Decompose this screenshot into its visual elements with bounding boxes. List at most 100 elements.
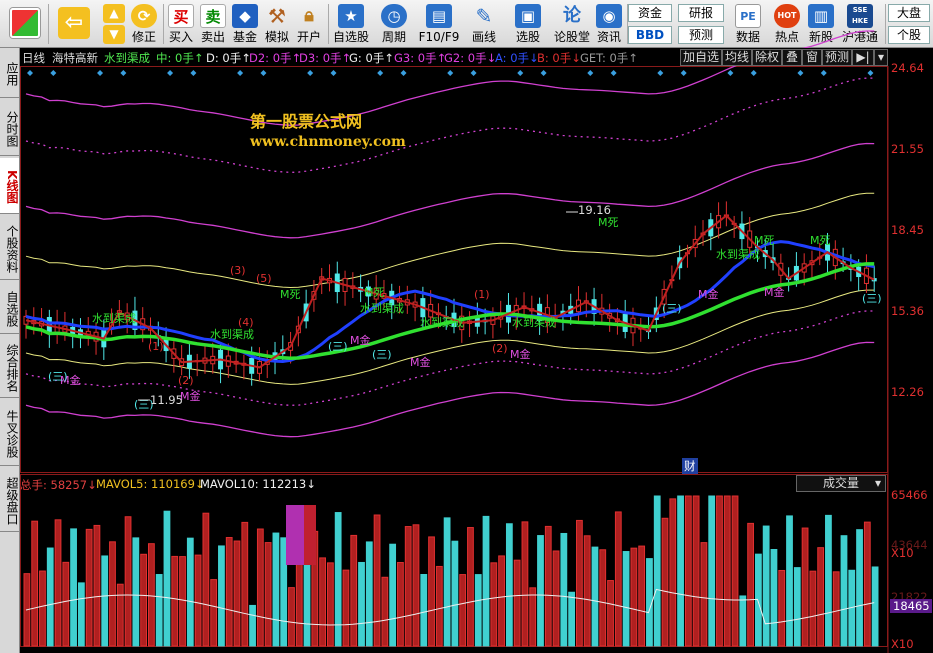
expand-button[interactable]: ▶| xyxy=(852,49,874,66)
signal-diamond xyxy=(867,70,874,76)
volume-bar xyxy=(793,567,801,647)
ma-button[interactable]: 均线 xyxy=(722,49,752,66)
price-tick: 15.36 xyxy=(891,304,924,318)
lower-band xyxy=(25,341,875,438)
volume-bar xyxy=(319,557,326,647)
volume-bar xyxy=(498,555,505,647)
indicator-value: A: 0手↓ xyxy=(495,51,539,65)
volume-bar xyxy=(101,555,109,647)
signal-diamond xyxy=(260,70,267,76)
volume-bar xyxy=(583,535,591,647)
volume-bar xyxy=(770,548,778,647)
volume-bar xyxy=(350,534,358,647)
volume-bar xyxy=(342,569,350,647)
ex-rights-button[interactable]: 除权 xyxy=(752,49,782,66)
volume-bar xyxy=(264,542,272,647)
volume-bar xyxy=(467,527,474,647)
signal-diamond xyxy=(680,70,687,76)
signal-diamond xyxy=(470,70,477,76)
volume-bar xyxy=(762,525,770,647)
volume-bar xyxy=(474,574,482,647)
volume-bar xyxy=(373,514,381,647)
signal-diamond xyxy=(540,70,547,76)
volume-bar xyxy=(249,604,256,647)
volume-bar xyxy=(116,583,124,647)
volume-bar xyxy=(778,569,786,647)
signal-label: M死 xyxy=(598,216,619,229)
volume-bar xyxy=(856,529,863,647)
volume-bar xyxy=(614,511,622,647)
volume-bar xyxy=(241,521,249,647)
volume-bar xyxy=(397,562,404,647)
volume-bar xyxy=(389,543,397,647)
volume-bar xyxy=(140,553,148,647)
volume-bar xyxy=(404,526,412,647)
volume-bar xyxy=(428,536,435,647)
volume-tick: X10 xyxy=(891,637,914,651)
volume-bar xyxy=(303,553,311,647)
signal-diamond xyxy=(377,70,384,76)
volume-tick: X10 xyxy=(891,546,914,560)
volume-bar xyxy=(77,582,85,647)
volume-bar xyxy=(630,547,638,647)
signal-label: M金 xyxy=(410,355,431,369)
signal-label: M金 xyxy=(764,285,785,299)
volume-bar xyxy=(186,537,194,647)
volume-bar xyxy=(85,528,93,647)
mavol10-value: MAVOL10: 112213↓ xyxy=(200,477,316,491)
volume-bar xyxy=(801,527,809,647)
header-menu-button[interactable]: ▾ xyxy=(874,49,888,66)
volume-bar xyxy=(46,547,54,647)
volume-bar xyxy=(420,573,428,647)
finance-marker[interactable]: 财 xyxy=(682,458,698,474)
signal-label: (三) xyxy=(372,348,392,361)
signal-label: M死 xyxy=(364,286,385,299)
volume-bar xyxy=(179,556,186,647)
overlay-button[interactable]: 叠 xyxy=(782,49,802,66)
volume-bar xyxy=(163,510,171,647)
volume-bar xyxy=(256,528,264,647)
overlay-patch xyxy=(304,505,316,565)
volume-indicator-select[interactable]: 成交量 ▾ xyxy=(796,475,886,492)
volume-bar xyxy=(155,574,163,647)
signal-diamond xyxy=(797,70,804,76)
signal-diamond xyxy=(27,70,33,76)
signal-diamond xyxy=(610,70,617,76)
kline-chart[interactable]: 水到渠成水到渠成水到渠成水到渠成 水到渠成水到渠成M金M金M金M金M金M金 M金M死… xyxy=(0,0,933,653)
stock-name: 海特高新 xyxy=(52,51,98,65)
volume-bar xyxy=(233,540,241,647)
forecast-button[interactable]: 预测 xyxy=(822,49,852,66)
volume-bar xyxy=(661,517,669,647)
volume-bar xyxy=(513,559,521,647)
signal-diamond xyxy=(330,70,337,76)
signal-label: (1) xyxy=(474,288,490,301)
volume-tick: 65466 xyxy=(891,488,928,502)
volume-bar xyxy=(31,520,39,647)
volume-bar xyxy=(599,549,607,647)
signal-label: (三) xyxy=(48,370,68,383)
volume-bar xyxy=(412,524,420,647)
low-price-label: 11.95 xyxy=(150,393,183,407)
indicator-name[interactable]: 水到渠成 xyxy=(104,50,150,66)
signal-label: M金 xyxy=(510,347,531,361)
signal-diamond xyxy=(97,70,104,76)
volume-bar xyxy=(132,537,140,647)
signal-label: (三) xyxy=(662,302,682,315)
volume-bar xyxy=(482,515,490,647)
add-watchlist-button[interactable]: 加自选 xyxy=(680,49,722,66)
window-button[interactable]: 窗 xyxy=(802,49,822,66)
volume-bar xyxy=(435,565,443,647)
volume-bar xyxy=(677,495,684,647)
mavol5-value: MAVOL5: 110169↓ xyxy=(96,477,205,491)
volume-bar xyxy=(747,522,754,647)
volume-bar xyxy=(754,553,762,647)
volume-bar xyxy=(576,519,583,647)
volume-bar xyxy=(171,555,179,647)
volume-bar xyxy=(731,495,739,647)
volume-bar xyxy=(607,580,614,647)
signal-label: 水到渠成 xyxy=(360,302,404,315)
volume-bar xyxy=(218,545,225,647)
signal-label: (2) xyxy=(492,342,508,355)
volume-bar xyxy=(70,528,77,647)
chart-frame xyxy=(20,66,888,473)
